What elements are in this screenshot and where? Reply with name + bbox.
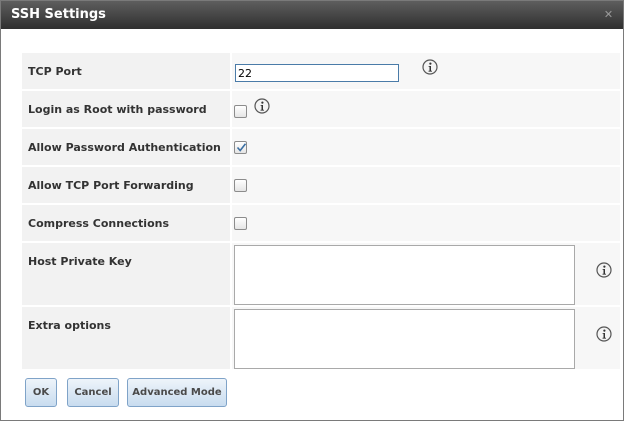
row-compress: Compress Connections (22, 205, 620, 241)
ssh-settings-dialog: SSH Settings ✕ TCP Port Login as Root wi… (0, 0, 624, 421)
allow-tcp-forwarding-checkbox[interactable] (234, 179, 247, 192)
row-allow-tcp-forwarding: Allow TCP Port Forwarding (22, 167, 620, 203)
info-icon[interactable] (596, 326, 612, 342)
tcp-port-input[interactable] (235, 64, 399, 82)
allow-password-auth-cell (232, 129, 620, 165)
compress-label: Compress Connections (22, 205, 230, 241)
compress-cell (232, 205, 620, 241)
allow-password-auth-checkbox[interactable] (234, 141, 247, 154)
extra-options-textarea[interactable] (234, 309, 575, 369)
info-icon[interactable] (254, 98, 270, 114)
info-icon[interactable] (422, 59, 438, 75)
allow-tcp-forwarding-label: Allow TCP Port Forwarding (22, 167, 230, 203)
login-root-checkbox[interactable] (234, 105, 247, 118)
row-tcp-port: TCP Port (22, 53, 620, 89)
tcp-port-label: TCP Port (22, 53, 230, 89)
dialog-title: SSH Settings (11, 7, 106, 22)
row-login-root: Login as Root with password (22, 91, 620, 127)
compress-checkbox[interactable] (234, 217, 247, 230)
info-icon[interactable] (596, 262, 612, 278)
login-root-label: Login as Root with password (22, 91, 230, 127)
row-extra-options: Extra options (22, 307, 620, 369)
advanced-mode-button[interactable]: Advanced Mode (127, 378, 227, 407)
extra-options-label: Extra options (22, 307, 230, 369)
cancel-button[interactable]: Cancel (67, 378, 119, 407)
login-root-cell (232, 91, 620, 127)
dialog-titlebar[interactable]: SSH Settings ✕ (1, 1, 623, 29)
allow-tcp-forwarding-cell (232, 167, 620, 203)
row-host-private-key: Host Private Key (22, 243, 620, 305)
host-private-key-label: Host Private Key (22, 243, 230, 305)
host-private-key-textarea[interactable] (234, 245, 575, 305)
allow-password-auth-label: Allow Password Authentication (22, 129, 230, 165)
ok-button[interactable]: OK (25, 378, 57, 407)
row-allow-password-auth: Allow Password Authentication (22, 129, 620, 165)
close-icon[interactable]: ✕ (603, 9, 614, 20)
